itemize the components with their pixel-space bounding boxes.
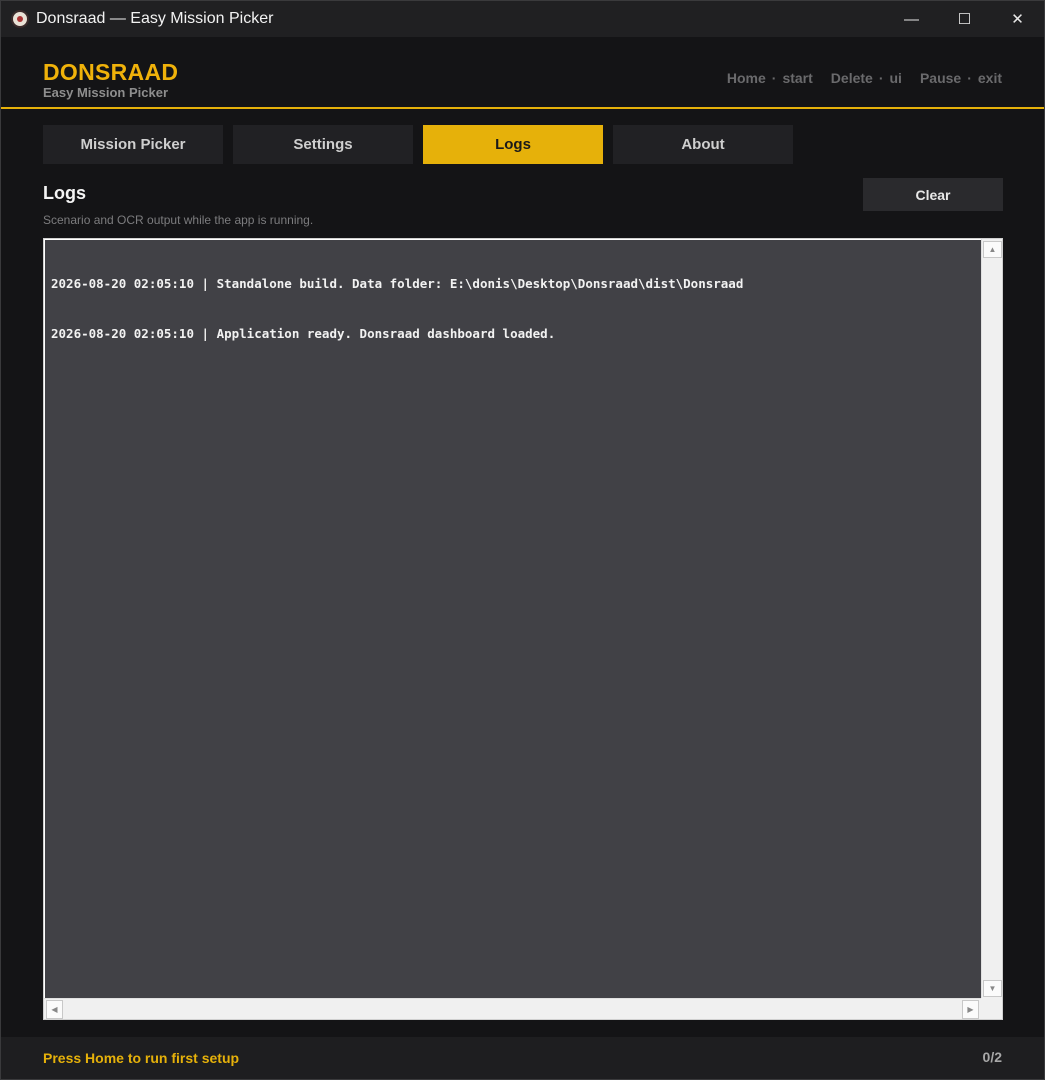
tab-bar: Mission Picker Settings Logs About: [43, 125, 793, 164]
scroll-up-icon[interactable]: ▲: [983, 241, 1002, 258]
hotkey-action: ui: [889, 70, 902, 86]
log-line: 2026-08-20 02:05:10 | Standalone build. …: [51, 276, 744, 291]
tab-mission-picker[interactable]: Mission Picker: [43, 125, 223, 164]
scroll-right-icon[interactable]: ▶: [962, 1000, 979, 1019]
close-button[interactable]: ✕: [991, 1, 1044, 37]
title-bar[interactable]: Donsraad — Easy Mission Picker — ☐ ✕: [1, 1, 1044, 37]
hotkey-separator: ·: [967, 70, 972, 86]
hotkey-hints: Home · start Delete · ui Pause · exit: [727, 70, 1002, 86]
hotkey-separator: ·: [771, 70, 777, 86]
hotkey-exit: Pause · exit: [920, 70, 1002, 86]
log-panel: 2026-08-20 02:05:10 | Standalone build. …: [43, 238, 1003, 1020]
hotkey-separator: ·: [878, 70, 884, 86]
scrollbar-corner: [981, 998, 1002, 1019]
vertical-scrollbar[interactable]: ▲ ▼: [981, 239, 1002, 999]
scroll-down-icon[interactable]: ▼: [983, 980, 1002, 997]
log-line: 2026-08-20 02:05:10 | Application ready.…: [51, 325, 556, 341]
hotkey-action: exit: [977, 70, 1002, 86]
hotkey-key: Home: [726, 70, 766, 86]
tab-settings[interactable]: Settings: [233, 125, 413, 164]
status-bar: Press Home to run first setup 0/2: [1, 1037, 1044, 1079]
horizontal-scrollbar[interactable]: ◀ ▶: [44, 998, 981, 1019]
minimize-button[interactable]: —: [885, 1, 938, 37]
tab-about[interactable]: About: [613, 125, 793, 164]
tab-logs[interactable]: Logs: [423, 125, 603, 164]
brand-subtitle: Easy Mission Picker: [43, 85, 169, 100]
brand-title: DONSRAAD: [43, 59, 179, 85]
log-output[interactable]: 2026-08-20 02:05:10 | Standalone build. …: [45, 240, 981, 998]
page-subtitle: Scenario and OCR output while the app is…: [43, 213, 314, 227]
clear-button[interactable]: Clear: [863, 178, 1003, 211]
hotkey-ui: Delete · ui: [831, 70, 902, 86]
window-title: Donsraad — Easy Mission Picker: [36, 10, 274, 27]
page-title: Logs: [43, 183, 86, 203]
app-header: DONSRAAD Easy Mission Picker Home · start …: [1, 37, 1044, 109]
hotkey-key: Delete: [830, 70, 873, 86]
progress-counter: 0/2: [982, 1049, 1002, 1065]
scroll-left-icon[interactable]: ◀: [46, 1000, 63, 1019]
status-message: Press Home to run first setup: [43, 1050, 240, 1066]
hotkey-key: Pause: [919, 70, 962, 86]
hotkey-action: start: [782, 70, 813, 86]
app-logo-icon: [11, 10, 29, 28]
maximize-button[interactable]: ☐: [938, 1, 991, 37]
hotkey-start: Home · start: [727, 70, 813, 86]
app-window: Donsraad — Easy Mission Picker — ☐ ✕ DON…: [0, 0, 1045, 1080]
window-controls: — ☐ ✕: [885, 1, 1044, 37]
